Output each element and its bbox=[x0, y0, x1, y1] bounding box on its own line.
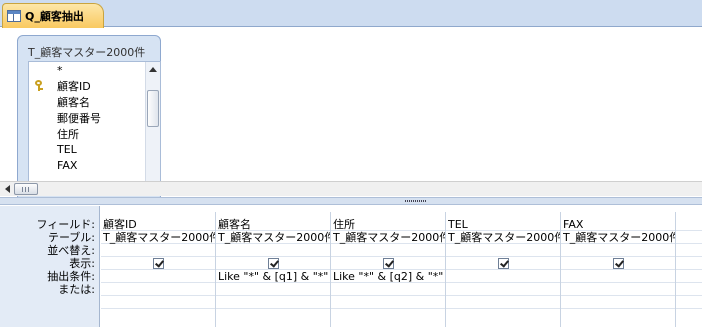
table-cell[interactable]: T_顧客マスター2000件 bbox=[103, 231, 215, 244]
scroll-left-arrow-icon[interactable] bbox=[5, 185, 10, 193]
sort-cell[interactable] bbox=[448, 244, 560, 257]
grip-icon bbox=[22, 187, 30, 192]
field-item-label: 顧客ID bbox=[57, 79, 91, 93]
field-list-scrollbar[interactable] bbox=[145, 62, 160, 195]
field-item-tel[interactable]: TEL bbox=[29, 142, 147, 157]
pane-splitter[interactable] bbox=[0, 197, 702, 205]
field-cell[interactable]: 顧客名 bbox=[218, 218, 330, 231]
table-cell[interactable]: T_顧客マスター2000件 bbox=[218, 231, 330, 244]
field-cell[interactable]: 住所 bbox=[333, 218, 445, 231]
query-design-grid: フィールド: テーブル: 並べ替え: 表示: 抽出条件: または: 顧客ID T… bbox=[0, 206, 702, 327]
table-cell[interactable]: T_顧客マスター2000件 bbox=[448, 231, 560, 244]
row-label-sort: 並べ替え: bbox=[47, 244, 95, 257]
table-cell[interactable]: T_顧客マスター2000件 bbox=[563, 231, 675, 244]
document-tab-strip: Q_顧客抽出 bbox=[0, 0, 702, 28]
grid-column-3[interactable]: 住所 T_顧客マスター2000件 Like "*" & [q2] & "*" bbox=[331, 212, 446, 327]
field-list-title[interactable]: T_顧客マスター2000件 bbox=[28, 44, 145, 60]
grid-column-5[interactable]: FAX T_顧客マスター2000件 bbox=[561, 212, 676, 327]
query-tab[interactable]: Q_顧客抽出 bbox=[2, 3, 104, 28]
grid-column-4[interactable]: TEL T_顧客マスター2000件 bbox=[446, 212, 561, 327]
field-item-label: FAX bbox=[57, 159, 78, 172]
grid-column-empty[interactable] bbox=[676, 212, 702, 327]
show-checkbox[interactable] bbox=[268, 258, 279, 269]
grid-column-1[interactable]: 顧客ID T_顧客マスター2000件 bbox=[101, 212, 216, 327]
design-grid-body: 顧客ID T_顧客マスター2000件 顧客名 T_顧客マスター2000件 Lik… bbox=[101, 206, 702, 327]
field-item-label: * bbox=[57, 64, 63, 77]
criteria-cell[interactable]: Like "*" & [q2] & "*" bbox=[333, 270, 445, 283]
table-field-list[interactable]: T_顧客マスター2000件 * 顧客ID 顧客名 郵便番号 住所 TEL FAX bbox=[17, 35, 161, 202]
field-item-fax[interactable]: FAX bbox=[29, 158, 147, 173]
grid-row-headers: フィールド: テーブル: 並べ替え: 表示: 抽出条件: または: bbox=[0, 206, 100, 327]
field-item-label: 住所 bbox=[57, 127, 79, 141]
field-list-body[interactable]: * 顧客ID 顧客名 郵便番号 住所 TEL FAX bbox=[28, 61, 161, 196]
scrollbar-thumb[interactable] bbox=[147, 90, 159, 127]
primary-key-icon bbox=[34, 80, 43, 91]
show-checkbox[interactable] bbox=[613, 258, 624, 269]
table-cell[interactable]: T_顧客マスター2000件 bbox=[333, 231, 445, 244]
sort-cell[interactable] bbox=[333, 244, 445, 257]
show-checkbox[interactable] bbox=[498, 258, 509, 269]
query-icon bbox=[7, 10, 21, 22]
field-item-label: 郵便番号 bbox=[57, 111, 101, 125]
show-checkbox[interactable] bbox=[383, 258, 394, 269]
row-label-criteria: 抽出条件: bbox=[47, 270, 95, 283]
query-design-upper-pane[interactable]: T_顧客マスター2000件 * 顧客ID 顧客名 郵便番号 住所 TEL FAX bbox=[0, 28, 702, 202]
row-label-show: 表示: bbox=[69, 257, 95, 270]
sort-cell[interactable] bbox=[563, 244, 675, 257]
field-item-customer-id[interactable]: 顧客ID bbox=[29, 78, 147, 93]
upper-horizontal-scrollbar[interactable] bbox=[0, 181, 702, 196]
field-item-all[interactable]: * bbox=[29, 63, 147, 78]
criteria-cell[interactable] bbox=[448, 270, 560, 283]
criteria-cell[interactable] bbox=[563, 270, 675, 283]
row-label-or: または: bbox=[58, 283, 95, 296]
field-cell[interactable]: 顧客ID bbox=[103, 218, 215, 231]
show-checkbox[interactable] bbox=[153, 258, 164, 269]
field-cell[interactable]: FAX bbox=[563, 218, 675, 231]
scroll-up-arrow-icon[interactable] bbox=[149, 67, 157, 72]
row-label-table: テーブル: bbox=[47, 231, 95, 244]
query-tab-label: Q_顧客抽出 bbox=[25, 10, 84, 23]
criteria-cell[interactable]: Like "*" & [q1] & "*" bbox=[218, 270, 330, 283]
field-item-label: 顧客名 bbox=[57, 95, 90, 109]
horizontal-scrollbar-thumb[interactable] bbox=[14, 183, 38, 195]
field-item-customer-name[interactable]: 顧客名 bbox=[29, 94, 147, 109]
grid-column-2[interactable]: 顧客名 T_顧客マスター2000件 Like "*" & [q1] & "*" bbox=[216, 212, 331, 327]
field-item-label: TEL bbox=[57, 143, 77, 156]
field-item-address[interactable]: 住所 bbox=[29, 126, 147, 141]
sort-cell[interactable] bbox=[103, 244, 215, 257]
splitter-grip-icon bbox=[405, 200, 427, 202]
field-item-postal-code[interactable]: 郵便番号 bbox=[29, 110, 147, 125]
field-cell[interactable]: TEL bbox=[448, 218, 560, 231]
row-label-field: フィールド: bbox=[36, 218, 96, 231]
sort-cell[interactable] bbox=[218, 244, 330, 257]
criteria-cell[interactable] bbox=[103, 270, 215, 283]
